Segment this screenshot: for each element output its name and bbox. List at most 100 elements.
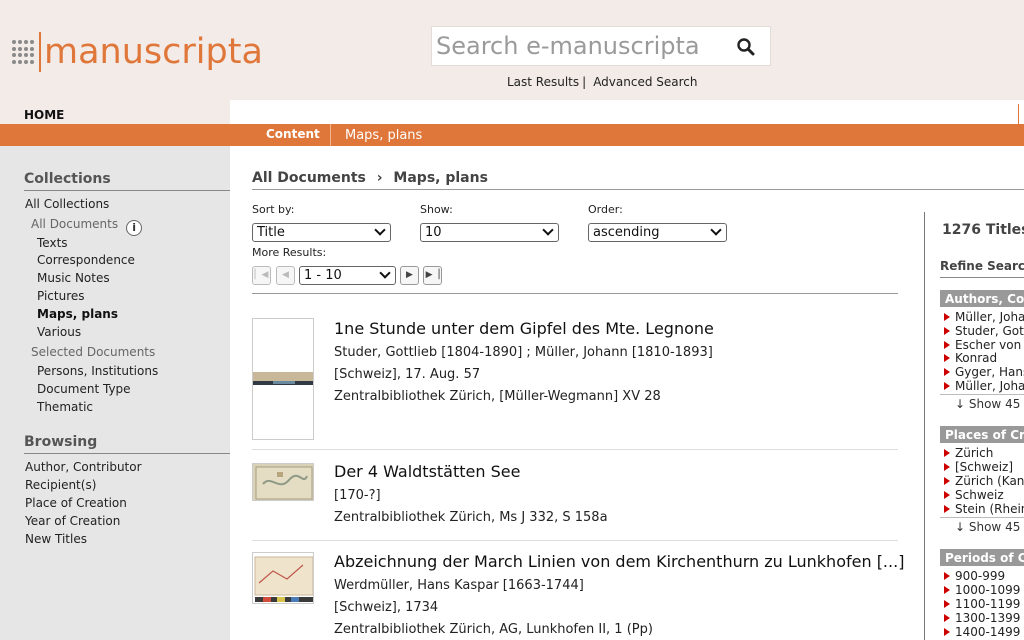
collections-heading: Collections <box>24 171 230 191</box>
facet-item[interactable]: 1000-1099 <box>943 583 1020 597</box>
breadcrumb-all-documents[interactable]: All Documents <box>252 170 366 186</box>
browsing-item-place[interactable]: Place of Creation <box>25 496 127 510</box>
result-date: [170-?] <box>334 488 381 503</box>
facet-item[interactable]: Stein (Rhein) <box>943 502 1024 516</box>
result-thumbnail[interactable] <box>252 552 314 604</box>
show-select[interactable]: 10 <box>420 223 559 242</box>
facet-item[interactable]: 900-999 <box>943 569 1005 583</box>
result-thumbnail[interactable] <box>252 318 314 440</box>
facet-item[interactable]: 1300-1399 <box>943 611 1020 625</box>
title-count: 1276 Titles <box>942 222 1024 238</box>
more-results-label: More Results: <box>252 246 327 259</box>
sidebar-item-correspondence[interactable]: Correspondence <box>37 253 135 267</box>
browsing-item-year[interactable]: Year of Creation <box>25 514 120 528</box>
search-box <box>431 26 771 66</box>
result-title[interactable]: Abzeichnung der March Linien von dem Kir… <box>334 552 904 571</box>
controls-divider <box>252 293 898 294</box>
result-title[interactable]: Der 4 Waldtstätten See <box>334 462 520 481</box>
sidebar: Collections All Collections All Document… <box>0 146 230 640</box>
page-range-value: 1 - 10 <box>304 268 342 283</box>
sidebar-item-music-notes[interactable]: Music Notes <box>37 271 110 285</box>
facet-item[interactable]: Gyger, Hans Konrad <box>943 365 1024 379</box>
info-icon[interactable]: i <box>126 220 143 236</box>
facet-item[interactable]: 1400-1499 <box>943 625 1020 639</box>
facet-places-heading: Places of Creation <box>940 426 1024 443</box>
result-shelfmark: Zentralbibliothek Zürich, AG, Lunkhofen … <box>334 622 653 637</box>
search-button[interactable] <box>736 37 756 57</box>
show-more-authors[interactable]: ↓ Show 45 more <box>955 397 1024 411</box>
facet-item[interactable]: [Schweiz] <box>943 460 1013 474</box>
header-links: Last Results | Advanced Search <box>507 75 698 89</box>
sidebar-item-texts[interactable]: Texts <box>37 236 68 250</box>
show-more-places[interactable]: ↓ Show 45 more <box>955 520 1024 534</box>
nav-home[interactable]: HOME <box>0 100 230 124</box>
sidebar-item-various[interactable]: Various <box>37 325 81 339</box>
search-input[interactable] <box>436 29 726 63</box>
facet-item[interactable]: Zürich (Kanton) <box>943 474 1024 488</box>
sidebar-item-maps-plans[interactable]: Maps, plans <box>37 307 118 321</box>
next-page-icon: ▶ <box>406 270 413 280</box>
result-date: [Schweiz], 17. Aug. 57 <box>334 367 481 382</box>
chevron-down-icon <box>379 267 391 279</box>
facet-item[interactable]: Müller, Johann <box>943 379 1024 393</box>
link-separator: | <box>582 75 587 89</box>
sidebar-item-all-collections[interactable]: All Collections <box>25 197 109 211</box>
prev-page-button[interactable]: ◀ <box>276 266 295 285</box>
prev-page-icon: ◀ <box>282 270 289 280</box>
facet-divider <box>940 394 1024 395</box>
facet-authors-heading: Authors, Contributors <box>940 290 1024 307</box>
sidebar-item-document-type[interactable]: Document Type <box>37 382 131 396</box>
facet-item-continuation[interactable]: Konrad <box>943 351 997 365</box>
sort-select[interactable]: Title <box>252 223 391 242</box>
chevron-down-icon <box>710 224 722 236</box>
sub-nav-bar: Content Maps, plans <box>0 124 1024 146</box>
facet-item[interactable]: Studer, Gottlieb <box>943 324 1024 338</box>
result-title[interactable]: 1ne Stunde unter dem Gipfel des Mte. Leg… <box>334 319 714 338</box>
browsing-item-new-titles[interactable]: New Titles <box>25 532 87 546</box>
facet-item[interactable]: Schweiz <box>943 488 1004 502</box>
order-select[interactable]: ascending <box>588 223 727 242</box>
result-author: Studer, Gottlieb [1804-1890] ; Müller, J… <box>334 345 713 360</box>
last-results-link[interactable]: Last Results <box>507 75 579 89</box>
sidebar-item-selected-documents[interactable]: Selected Documents <box>31 345 155 359</box>
browsing-item-recipients[interactable]: Recipient(s) <box>25 478 96 492</box>
tab-maps-plans[interactable]: Maps, plans <box>345 128 422 143</box>
logo-dots-icon <box>12 40 36 64</box>
top-nav: HOME <box>0 100 1024 124</box>
result-shelfmark: Zentralbibliothek Zürich, [Müller-Wegman… <box>334 389 661 404</box>
breadcrumb: All Documents › Maps, plans <box>252 170 1024 190</box>
map-thumbnail-image <box>253 319 313 439</box>
search-icon <box>737 38 755 56</box>
facet-periods-heading: Periods of Creation <box>940 549 1024 566</box>
sort-value: Title <box>257 225 285 240</box>
first-page-button[interactable]: ▏◀ <box>252 266 271 285</box>
sidebar-item-persons-institutions[interactable]: Persons, Institutions <box>37 364 158 378</box>
breadcrumb-current: Maps, plans <box>393 170 488 186</box>
breadcrumb-separator: › <box>376 170 383 186</box>
facet-divider <box>940 517 1024 518</box>
sidebar-item-all-documents[interactable]: All Documents i <box>31 217 143 236</box>
logo[interactable]: manuscripta <box>12 30 263 74</box>
facet-item[interactable]: Zürich <box>943 446 993 460</box>
facet-item[interactable]: Müller, Johann <box>943 310 1024 324</box>
next-page-button[interactable]: ▶ <box>400 266 419 285</box>
logo-bar <box>39 32 41 72</box>
all-documents-label: All Documents <box>31 217 119 231</box>
show-label: Show: <box>420 203 453 216</box>
tab-content[interactable]: Content <box>256 124 331 146</box>
sidebar-item-pictures[interactable]: Pictures <box>37 289 85 303</box>
last-page-button[interactable]: ▶▕ <box>423 266 442 285</box>
facet-item[interactable]: Escher von der Linth, <box>943 338 1024 352</box>
result-shelfmark: Zentralbibliothek Zürich, Ms J 332, S 15… <box>334 510 608 525</box>
advanced-search-link[interactable]: Advanced Search <box>593 75 697 89</box>
browsing-item-author[interactable]: Author, Contributor <box>25 460 142 474</box>
sort-label: Sort by: <box>252 203 295 216</box>
sidebar-item-thematic[interactable]: Thematic <box>37 400 93 414</box>
browsing-heading: Browsing <box>24 434 230 454</box>
logo-text: manuscripta <box>44 32 263 72</box>
facet-item[interactable]: 1100-1199 <box>943 597 1020 611</box>
refine-search-heading: Refine Search <box>940 259 1024 278</box>
refine-panel: 1276 Titles Refine Search Authors, Contr… <box>924 212 1024 640</box>
result-thumbnail[interactable] <box>252 463 314 501</box>
page-range-select[interactable]: 1 - 10 <box>299 266 396 285</box>
